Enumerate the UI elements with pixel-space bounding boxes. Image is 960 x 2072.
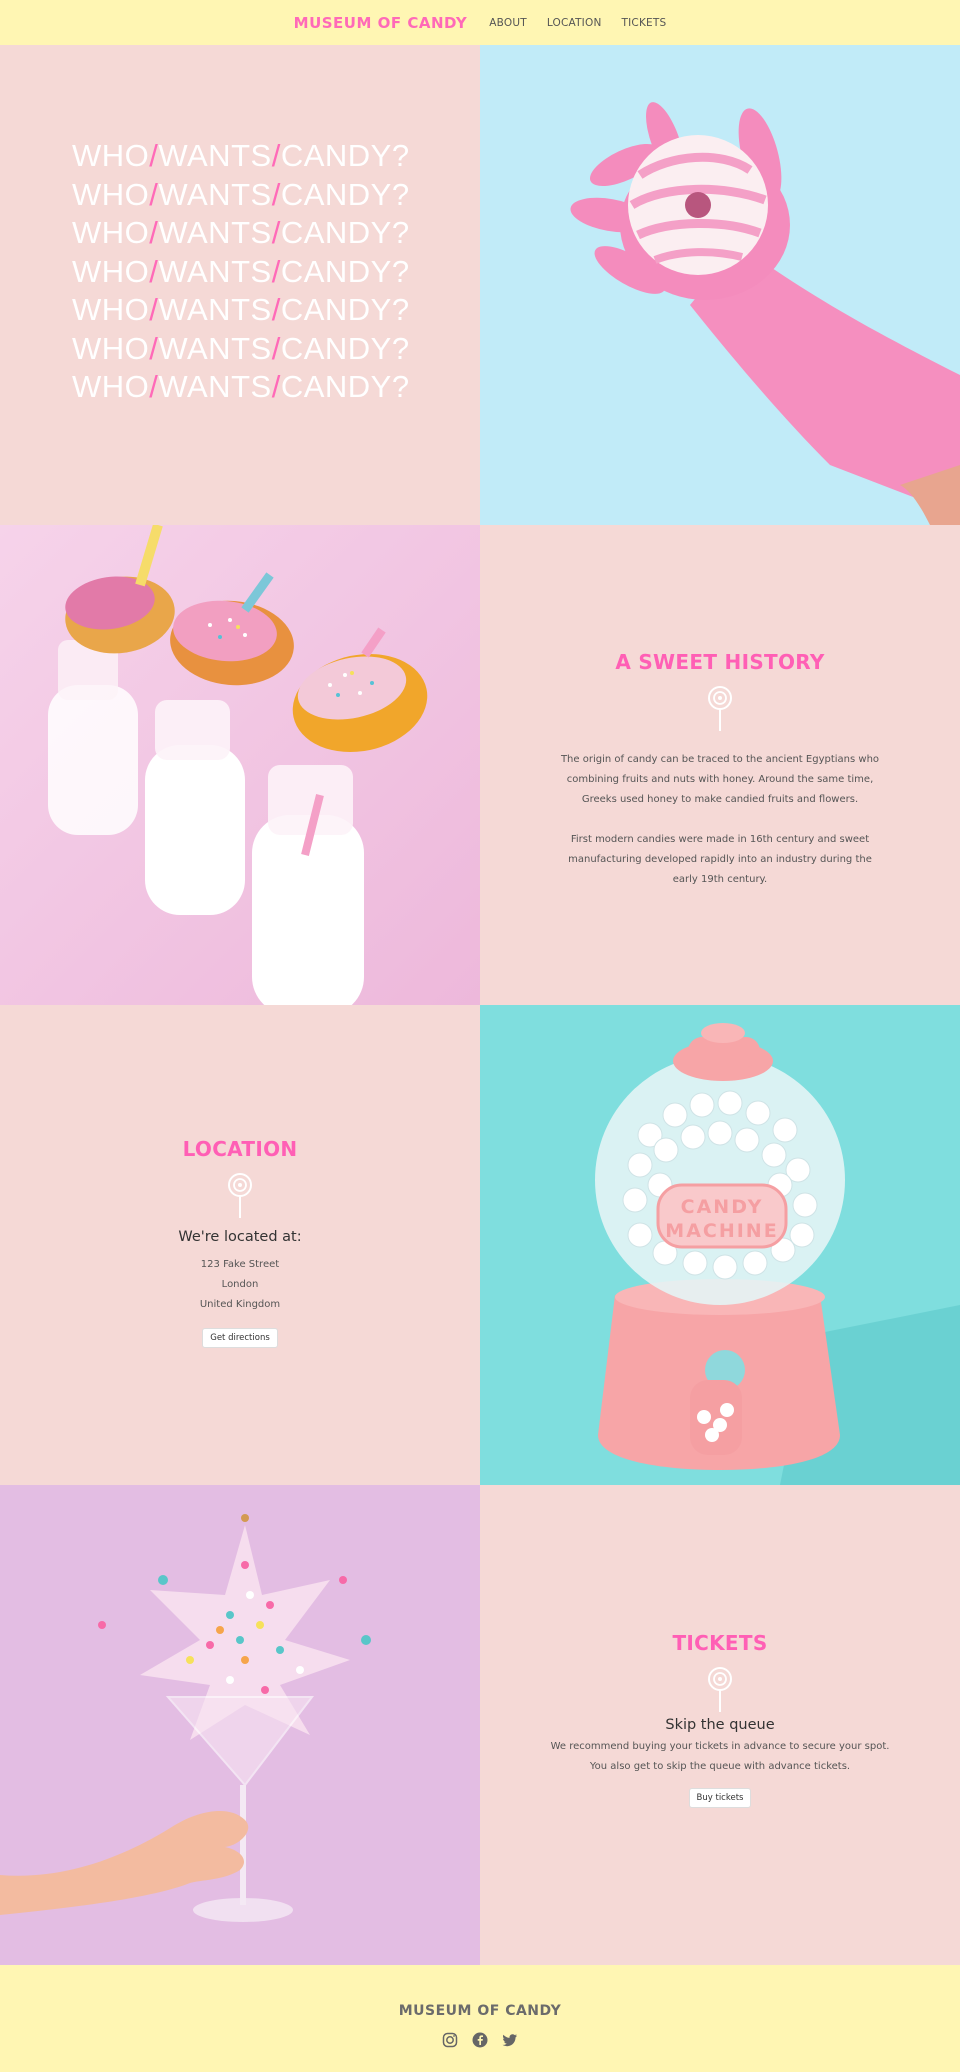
hero-lines: WHO/WANTS/CANDY? WHO/WANTS/CANDY? WHO/WANT… (72, 137, 410, 407)
hero-line: WHO/WANTS/CANDY? (72, 176, 410, 215)
history-panel: A SWEET HISTORY The origin of candy can … (480, 525, 960, 1005)
nav-tickets[interactable]: TICKETS (622, 17, 667, 29)
history-title: A SWEET HISTORY (615, 650, 825, 674)
hero-word: CANDY? (280, 253, 410, 289)
hero-word: CANDY? (280, 292, 410, 327)
history-paragraph-1: The origin of candy can be traced to the… (560, 754, 880, 805)
sprinkles-glass-image (0, 1485, 480, 1965)
hero-word: WHO (72, 215, 150, 250)
buy-tickets-button[interactable]: Buy tickets (688, 1788, 752, 1808)
hero-word: WANTS (158, 253, 272, 289)
donut-glove-image (480, 45, 960, 525)
location-row: LOCATION We're located at: 123 Fake Stre… (0, 1005, 960, 1485)
hero-line: WHO/WANTS/CANDY? (72, 368, 410, 407)
hero-slash: / (271, 292, 281, 327)
hero-word: WANTS (158, 176, 272, 212)
footer: MUSEUM OF CANDY (0, 1965, 960, 2072)
hero-slash: / (271, 369, 281, 404)
tickets-subhead: Skip the queue (665, 1717, 775, 1733)
hero-word: WANTS (158, 215, 272, 250)
hero-line: WHO/WANTS/CANDY? (72, 214, 410, 253)
hero-word: CANDY? (280, 330, 410, 366)
twitter-icon[interactable] (502, 2032, 518, 2048)
location-title: LOCATION (182, 1137, 298, 1161)
hero-slash: / (271, 253, 281, 289)
history-paragraph-2: First modern candies were made in 16th c… (568, 834, 872, 885)
hero-word: CANDY? (280, 369, 410, 404)
hero-word: WHO (72, 176, 150, 212)
instagram-icon[interactable] (442, 2032, 458, 2048)
location-section: LOCATION We're located at: 123 Fake Stre… (0, 1137, 480, 1348)
hero-slash: / (271, 330, 281, 366)
tickets-panel: TICKETS Skip the queue We recommend buyi… (480, 1485, 960, 1965)
location-subhead: We're located at: (178, 1229, 302, 1245)
lollipop-icon (708, 686, 732, 731)
hero-word: WHO (72, 292, 150, 327)
hero-line: WHO/WANTS/CANDY? (72, 253, 410, 292)
hero-line: WHO/WANTS/CANDY? (72, 291, 410, 330)
hero-word: CANDY? (280, 215, 410, 250)
hero-text-panel: WHO/WANTS/CANDY? WHO/WANTS/CANDY? WHO/WANT… (0, 45, 480, 525)
lollipop-icon (708, 1667, 732, 1712)
address-line-3: United Kingdom (199, 1299, 281, 1310)
history-section: A SWEET HISTORY The origin of candy can … (480, 650, 960, 890)
address-line-1: 123 Fake Street (200, 1259, 280, 1270)
hero-word: WHO (72, 369, 150, 404)
social-links (442, 2032, 518, 2048)
lollipop-icon (228, 1173, 252, 1218)
facebook-icon[interactable] (472, 2032, 488, 2048)
hero-slash: / (271, 176, 281, 212)
hero-word: WANTS (158, 369, 272, 404)
gumball-label-line-2: MACHINE (665, 1220, 778, 1242)
hero-word: WHO (72, 138, 150, 173)
top-nav: MUSEUM OF CANDY ABOUT LOCATION TICKETS (0, 0, 960, 45)
nav-about[interactable]: ABOUT (489, 17, 527, 29)
hero-line: WHO/WANTS/CANDY? (72, 137, 410, 176)
hero-word: WANTS (158, 330, 272, 366)
hero-line: WHO/WANTS/CANDY? (72, 330, 410, 369)
site-logo[interactable]: MUSEUM OF CANDY (294, 14, 468, 32)
tickets-section: TICKETS Skip the queue We recommend buyi… (480, 1631, 960, 1808)
hero-word: WANTS (158, 138, 272, 173)
hero-slash: / (271, 138, 281, 173)
gumball-label-line-1: CANDY (681, 1196, 764, 1218)
location-panel: LOCATION We're located at: 123 Fake Stre… (0, 1005, 480, 1485)
hero-word: WANTS (158, 292, 272, 327)
tickets-row: TICKETS Skip the queue We recommend buyi… (0, 1485, 960, 1965)
tickets-title: TICKETS (672, 1631, 768, 1655)
tickets-line-2: You also get to skip the queue with adva… (589, 1761, 851, 1772)
history-row: A SWEET HISTORY The origin of candy can … (0, 525, 960, 1005)
get-directions-button[interactable]: Get directions (202, 1328, 278, 1348)
donut-milk-image (0, 525, 480, 1005)
hero-row: WHO/WANTS/CANDY? WHO/WANTS/CANDY? WHO/WANT… (0, 45, 960, 525)
hero-word: CANDY? (280, 176, 410, 212)
footer-logo[interactable]: MUSEUM OF CANDY (399, 2003, 562, 2019)
gumball-machine-image: CANDY MACHINE (480, 1005, 960, 1485)
nav-location[interactable]: LOCATION (547, 17, 602, 29)
tickets-line-1: We recommend buying your tickets in adva… (550, 1741, 890, 1752)
hero-slash: / (271, 215, 281, 250)
address-line-2: London (221, 1279, 259, 1290)
hero-word: CANDY? (280, 138, 410, 173)
hero-word: WHO (72, 330, 150, 366)
hero-word: WHO (72, 253, 150, 289)
